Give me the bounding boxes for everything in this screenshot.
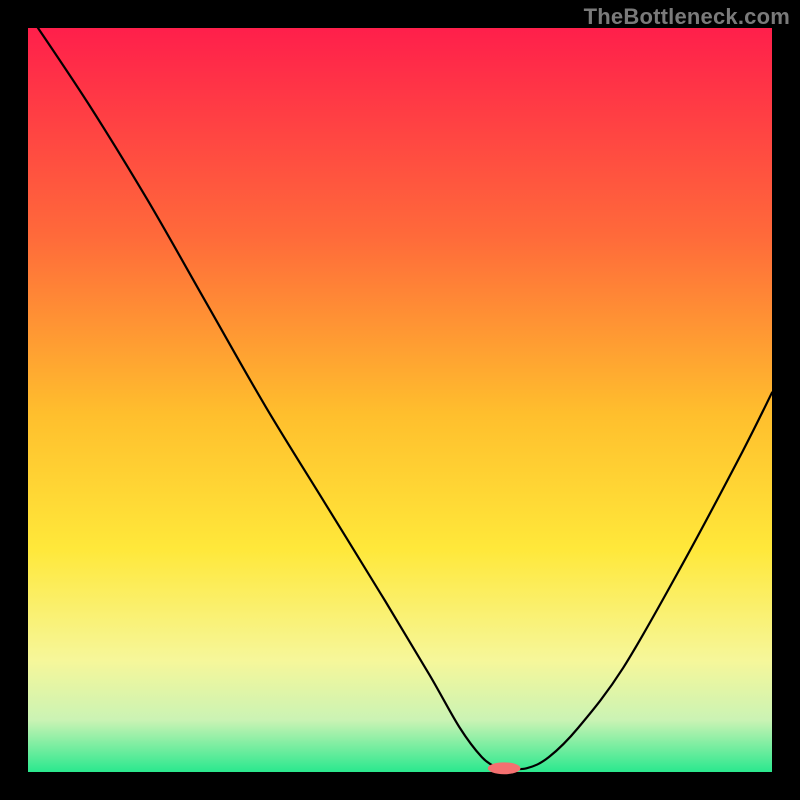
chart-frame: TheBottleneck.com — [0, 0, 800, 800]
optimal-marker — [488, 762, 521, 774]
gradient-background — [28, 28, 772, 772]
bottleneck-chart — [0, 0, 800, 800]
watermark-text: TheBottleneck.com — [584, 4, 790, 30]
